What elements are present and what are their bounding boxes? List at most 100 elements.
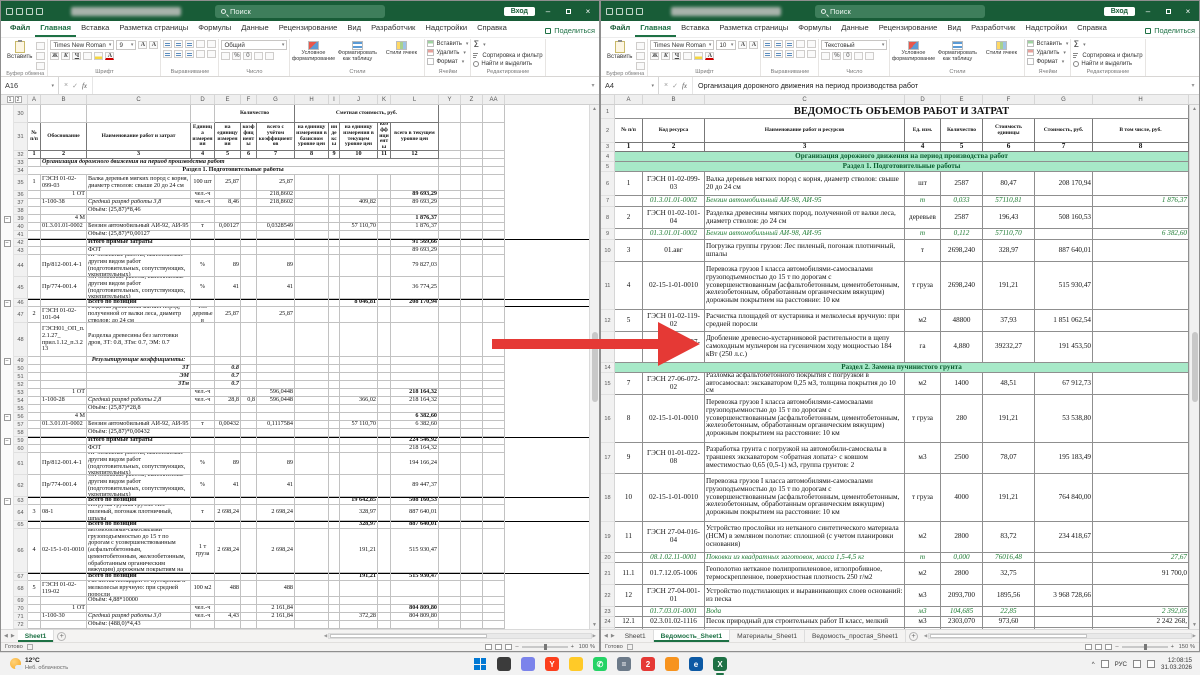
cell[interactable] [461, 105, 483, 123]
insert-function-icon[interactable]: fx [682, 82, 687, 90]
ribbon-tab-11[interactable]: Справка [472, 21, 512, 37]
enter-icon[interactable]: ✓ [672, 82, 678, 90]
cell[interactable]: Стоимость, руб. [1035, 119, 1093, 143]
row-header[interactable]: 49 [14, 357, 28, 365]
row-header[interactable]: 68 [14, 581, 28, 597]
cell[interactable]: 4 [28, 529, 41, 573]
cell[interactable]: 4000 [941, 474, 983, 522]
cell[interactable] [295, 573, 329, 581]
conditional-formatting-button[interactable]: Условное форматирование [892, 40, 934, 62]
app-loop[interactable] [521, 657, 535, 671]
cell[interactable] [378, 521, 391, 529]
cell[interactable] [329, 357, 340, 365]
app-2gis[interactable]: 2 [641, 657, 655, 671]
cell[interactable]: 409,82 [340, 199, 378, 207]
page-layout-view-icon[interactable] [495, 644, 502, 650]
cell[interactable]: 100 м2 [191, 581, 215, 597]
cell[interactable] [461, 621, 483, 629]
cell[interactable] [87, 389, 191, 397]
cell[interactable] [461, 191, 483, 199]
bold-button[interactable]: Ж [650, 52, 659, 60]
cell[interactable] [1035, 553, 1093, 563]
font-color-icon[interactable]: А [105, 52, 114, 60]
cell[interactable]: 11.1 [615, 563, 643, 585]
cell[interactable]: Устройство подстилающих и выравнивающих … [705, 585, 905, 607]
cell[interactable] [215, 357, 241, 365]
cell[interactable]: ГЭСН 01-02-099-03 [41, 175, 87, 191]
row-header[interactable]: 17 [601, 443, 615, 474]
cell[interactable]: 78,07 [983, 443, 1035, 474]
cell[interactable]: 4,43 [215, 613, 241, 621]
cell[interactable]: Устройство оснований и покрытий из песча… [705, 628, 905, 629]
cell[interactable]: Ед. изм. [905, 119, 941, 143]
cell[interactable] [483, 413, 505, 421]
cell[interactable] [28, 231, 41, 239]
cell[interactable]: 2 161,84 [257, 605, 295, 613]
font-color-icon[interactable]: А [705, 52, 714, 60]
align-top-icon[interactable] [763, 40, 772, 48]
cell[interactable] [439, 167, 461, 175]
cell[interactable]: 2 161,84 [257, 613, 295, 621]
cell[interactable] [483, 299, 505, 307]
cell[interactable] [378, 475, 391, 497]
cell[interactable] [340, 175, 378, 191]
cell[interactable]: ЗТ [87, 365, 191, 373]
cell[interactable] [483, 231, 505, 239]
cell[interactable]: 0,0328549 [257, 223, 295, 231]
cell[interactable]: 11 [615, 522, 643, 553]
cell[interactable] [483, 505, 505, 521]
cell[interactable]: 8,46 [215, 199, 241, 207]
grow-font-icon[interactable]: А [138, 41, 147, 49]
cell[interactable] [295, 199, 329, 207]
cell[interactable]: Раздел 1. Подготовительные работы [615, 162, 1189, 172]
cell[interactable]: 973,60 [983, 617, 1035, 628]
cell[interactable] [41, 357, 87, 365]
row-header[interactable]: 34 [14, 167, 28, 175]
outline-level-button[interactable]: 2 [15, 96, 22, 103]
cell[interactable]: 1 [615, 143, 643, 152]
cell[interactable]: Объём: 4,88*10000 [87, 597, 191, 605]
cell[interactable] [483, 421, 505, 429]
horizontal-scrollbar[interactable]: ◀▶ [924, 633, 1196, 639]
zoom-out-icon[interactable]: – [515, 644, 518, 650]
cell[interactable] [439, 453, 461, 475]
cell-styles-button[interactable]: Стили ячеек [380, 40, 422, 57]
cell[interactable]: 39232,27 [983, 332, 1035, 363]
cell[interactable] [295, 389, 329, 397]
cell[interactable] [257, 573, 295, 581]
cell[interactable] [241, 497, 257, 505]
cell[interactable]: 19 642,85 [340, 497, 378, 505]
cell[interactable] [41, 497, 87, 505]
cell[interactable] [439, 223, 461, 231]
cell[interactable] [439, 413, 461, 421]
cell[interactable] [483, 191, 505, 199]
column-header-A[interactable]: A [615, 95, 643, 104]
cell[interactable] [439, 159, 461, 167]
cell[interactable] [1093, 443, 1189, 474]
cell[interactable] [461, 231, 483, 239]
cell[interactable] [378, 307, 391, 323]
cell[interactable] [241, 445, 257, 453]
cell[interactable]: 218,8602 [257, 191, 295, 199]
cell[interactable] [1093, 395, 1189, 443]
cell[interactable]: 191,21 [983, 262, 1035, 310]
cell[interactable] [295, 445, 329, 453]
ribbon-tab-5[interactable]: Формулы [793, 21, 836, 37]
cell[interactable] [439, 397, 461, 405]
ribbon-tab-4[interactable]: Разметка страницы [114, 21, 193, 37]
cell[interactable]: 764 840,00 [1035, 474, 1093, 522]
cell[interactable] [257, 521, 295, 529]
cell[interactable] [1093, 262, 1189, 310]
cell[interactable] [483, 223, 505, 231]
cell[interactable]: 488 [215, 581, 241, 597]
cell[interactable] [483, 605, 505, 613]
cell[interactable] [215, 191, 241, 199]
cell[interactable]: 67 912,73 [1035, 373, 1093, 395]
cell[interactable]: ГЭСН 01-02-101-04 [643, 207, 705, 229]
cell[interactable] [257, 413, 295, 421]
cell[interactable]: Всего по позиции [87, 299, 191, 307]
cell[interactable]: 01.7.12.05-1006 [643, 563, 705, 585]
cell[interactable]: 2 242 268, [1093, 617, 1189, 628]
cell[interactable] [257, 373, 295, 381]
cell[interactable]: 57 110,70 [340, 421, 378, 429]
